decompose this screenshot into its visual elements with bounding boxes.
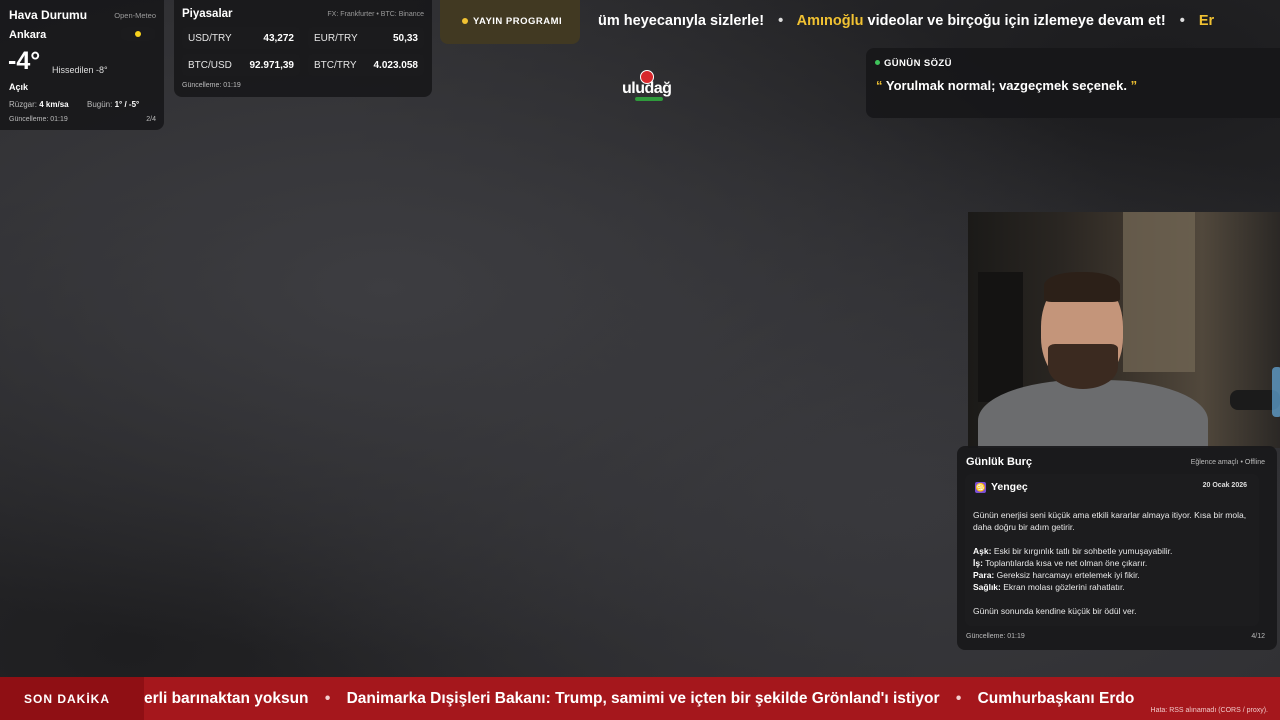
top-ticker-track: üm heyecanıyla sizlerle! • Amınoğlu vide… bbox=[598, 13, 1214, 29]
logo-bar bbox=[635, 97, 663, 101]
weather-page: 2/4 bbox=[146, 116, 156, 123]
news-ticker-track: erli barınaktan yoksun • Danimarka Dışiş… bbox=[144, 690, 1134, 708]
breaking-news-bar: erli barınaktan yoksun • Danimarka Dışiş… bbox=[0, 677, 1280, 720]
weather-feels-like: Hissedilen -8° bbox=[52, 65, 108, 75]
horoscope-body: Günün enerjisi seni küçük ama etkili kar… bbox=[973, 509, 1255, 617]
horoscope-sign: Yengeç bbox=[991, 481, 1028, 493]
webcam-feed bbox=[968, 212, 1280, 448]
wind-value: 4 km/sa bbox=[39, 100, 69, 109]
horoscope-work: İş: Toplantılarda kısa ve net olman öne … bbox=[973, 557, 1255, 569]
weather-condition: Açık bbox=[9, 82, 29, 92]
webcam-bg-door bbox=[1123, 212, 1195, 372]
webcam-person-body bbox=[978, 380, 1208, 448]
market-value: 43,272 bbox=[263, 33, 294, 44]
weather-title: Hava Durumu bbox=[9, 8, 88, 22]
love-text: Eski bir kırgınlık tatlı bir sohbetle yu… bbox=[993, 546, 1173, 556]
breaking-news-badge: SON DAKİKA bbox=[0, 677, 144, 720]
news-item: erli barınaktan yoksun bbox=[144, 690, 309, 707]
news-item: Cumhurbaşkanı Erdo bbox=[977, 690, 1135, 707]
markets-widget: Piyasalar FX: Frankfurter • BTC: Binance… bbox=[174, 0, 432, 97]
separator-dot: • bbox=[1179, 13, 1185, 29]
market-label: EUR/TRY bbox=[314, 33, 358, 44]
horoscope-closing: Günün sonunda kendine küçük bir ödül ver… bbox=[973, 606, 1137, 616]
market-row: USD/TRY 43,272 bbox=[182, 27, 300, 49]
weather-city: Ankara bbox=[9, 29, 47, 41]
schedule-indicator-icon bbox=[462, 18, 468, 24]
horoscope-health: Sağlık: Ekran molası gözlerini rahatlatı… bbox=[973, 581, 1255, 593]
money-label: Para: bbox=[973, 570, 995, 580]
weather-today: Bugün: 1° / -5° bbox=[87, 100, 139, 109]
webcam-light bbox=[1272, 367, 1280, 417]
money-text: Gereksiz harcamayı ertelemek iyi fikir. bbox=[996, 570, 1140, 580]
weather-updated: Güncelleme: 01:19 bbox=[9, 116, 68, 123]
separator-dot: • bbox=[955, 690, 962, 707]
ticker-text: üm heyecanıyla sizlerle! bbox=[598, 13, 765, 29]
market-label: USD/TRY bbox=[188, 33, 232, 44]
quote-indicator-icon bbox=[875, 60, 880, 65]
weather-widget: Hava Durumu Open-Meteo Ankara -4° Hissed… bbox=[0, 0, 164, 130]
horoscope-updated: Güncelleme: 01:19 bbox=[966, 633, 1025, 640]
horoscope-title: Günlük Burç bbox=[966, 456, 1033, 468]
schedule-label: YAYIN PROGRAMI bbox=[473, 16, 563, 27]
webcam-person-hair bbox=[1044, 272, 1120, 302]
weather-temperature: -4° bbox=[8, 47, 41, 75]
market-row: BTC/USD 92.971,39 bbox=[182, 54, 300, 76]
love-label: Aşk: bbox=[973, 546, 992, 556]
markets-source: FX: Frankfurter • BTC: Binance bbox=[327, 11, 424, 18]
work-text: Toplantılarda kısa ve net olman öne çıka… bbox=[985, 558, 1148, 568]
ticker-text: videolar ve birçoğu için izlemeye devam … bbox=[867, 13, 1166, 29]
separator-dot: • bbox=[324, 690, 331, 707]
sun-icon bbox=[135, 31, 141, 37]
market-value: 92.971,39 bbox=[249, 60, 295, 71]
webcam-person-beard bbox=[1048, 344, 1118, 389]
market-value: 50,33 bbox=[392, 33, 418, 44]
webcam-bg-shelf bbox=[978, 272, 1023, 402]
horoscope-money: Para: Gereksiz harcamayı ertelemek iyi f… bbox=[973, 569, 1255, 581]
market-label: BTC/USD bbox=[188, 60, 232, 71]
quote-widget: GÜNÜN SÖZÜ “ Yorulmak normal; vazgeçmek … bbox=[866, 48, 1280, 118]
horoscope-card: ♋ Yengeç 20 Ocak 2026 Günün enerjisi sen… bbox=[965, 474, 1259, 626]
ticker-text: Er bbox=[1198, 13, 1215, 29]
market-row: EUR/TRY 50,33 bbox=[308, 27, 424, 49]
market-value: 4.023.058 bbox=[373, 60, 419, 71]
work-label: İş: bbox=[973, 558, 983, 568]
news-error: Hata: RSS alınamadı (CORS / proxy). bbox=[1150, 707, 1268, 714]
logo-text: uludağ bbox=[622, 80, 672, 97]
news-item: Danimarka Dışişleri Bakanı: Trump, samim… bbox=[346, 690, 940, 707]
weather-wind: Rüzgar: 4 km/sa bbox=[9, 100, 69, 109]
today-value: 1° / -5° bbox=[114, 100, 140, 109]
quote-open-mark: “ bbox=[876, 78, 883, 93]
horoscope-love: Aşk: Eski bir kırgınlık tatlı bir sohbet… bbox=[973, 545, 1255, 557]
quote-close-mark: ” bbox=[1130, 78, 1138, 93]
horoscope-page: 4/12 bbox=[1251, 633, 1265, 640]
horoscope-intro: Günün enerjisi seni küçük ama etkili kar… bbox=[973, 510, 1247, 532]
weather-source: Open-Meteo bbox=[114, 11, 156, 20]
market-row: BTC/TRY 4.023.058 bbox=[308, 54, 424, 76]
schedule-button[interactable]: YAYIN PROGRAMI bbox=[440, 0, 580, 44]
separator-dot: • bbox=[778, 13, 784, 29]
today-label: Bugün: bbox=[87, 100, 113, 109]
wind-label: Rüzgar: bbox=[9, 100, 38, 109]
markets-updated: Güncelleme: 01:19 bbox=[182, 82, 241, 89]
market-label: BTC/TRY bbox=[314, 60, 357, 71]
health-text: Ekran molası gözlerini rahatlatır. bbox=[1003, 582, 1125, 592]
weather-condition-pill bbox=[120, 27, 156, 41]
health-label: Sağlık: bbox=[973, 582, 1001, 592]
markets-title: Piyasalar bbox=[182, 8, 233, 20]
horoscope-date: 20 Ocak 2026 bbox=[1202, 482, 1247, 489]
ticker-highlight: Amınoğlu bbox=[796, 13, 864, 29]
quote-label: GÜNÜN SÖZÜ bbox=[884, 58, 952, 69]
uludag-logo: uludağ bbox=[619, 70, 681, 104]
horoscope-widget: Günlük Burç Eğlence amaçlı • Offline ♋ Y… bbox=[957, 446, 1277, 650]
zodiac-cancer-icon: ♋ bbox=[975, 482, 986, 493]
horoscope-note: Eğlence amaçlı • Offline bbox=[1190, 459, 1265, 466]
breaking-news-label: SON DAKİKA bbox=[24, 692, 111, 706]
quote-text: “ Yorulmak normal; vazgeçmek seçenek. ” bbox=[876, 78, 1137, 93]
quote-body: Yorulmak normal; vazgeçmek seçenek. bbox=[885, 78, 1127, 93]
